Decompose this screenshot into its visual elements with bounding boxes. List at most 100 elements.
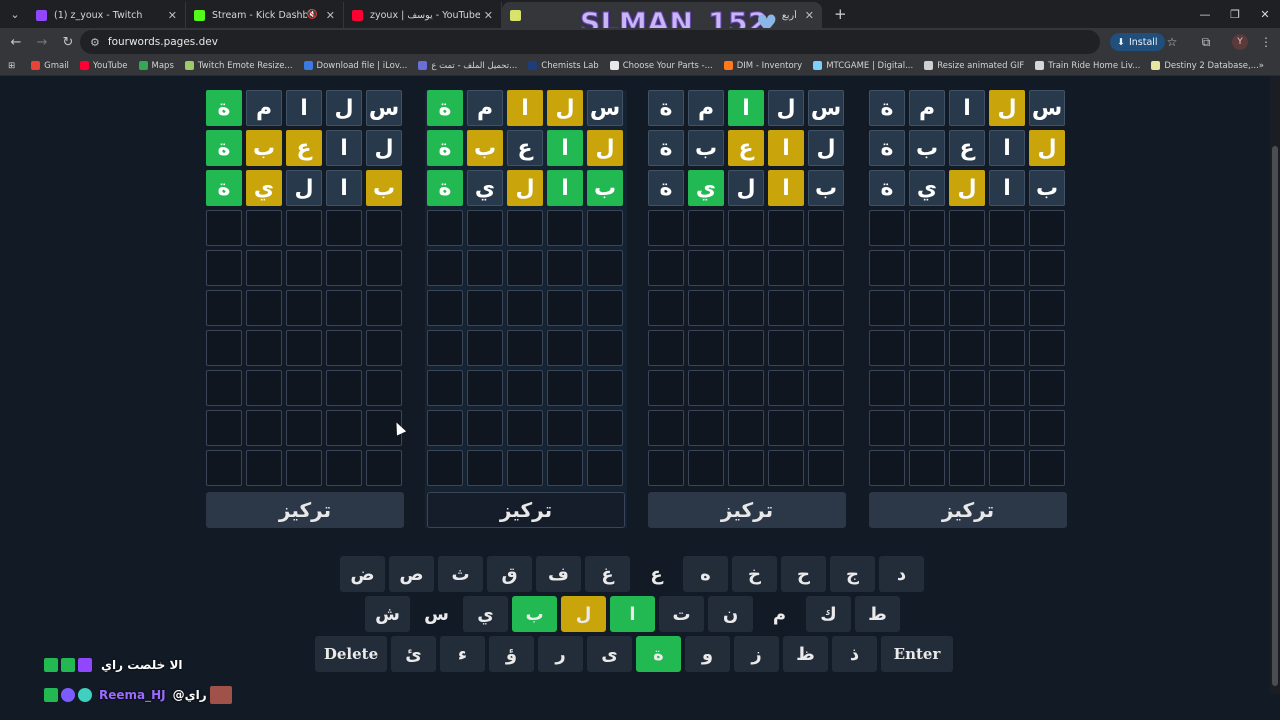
back-icon[interactable]: ← <box>4 30 28 54</box>
letter-tile <box>909 410 945 446</box>
tab-kick[interactable]: Stream - Kick Dashboard 🔇 ✕ <box>186 2 344 28</box>
forward-icon[interactable]: → <box>30 30 54 54</box>
keyboard-key[interactable]: غ <box>585 556 630 592</box>
emote-icon <box>209 686 232 704</box>
keyboard-key[interactable]: ل <box>561 596 606 632</box>
focus-button[interactable]: تركيز <box>206 492 404 528</box>
scrollbar[interactable] <box>1270 76 1280 694</box>
close-icon[interactable]: ✕ <box>168 9 177 22</box>
letter-tile <box>768 370 804 406</box>
letter-tile <box>728 250 764 286</box>
bookmark-item[interactable]: Destiny 2 Database,... <box>1151 61 1259 71</box>
bookmark-item[interactable]: Download file | iLov... <box>303 61 407 71</box>
close-icon[interactable]: ✕ <box>484 9 493 22</box>
address-bar[interactable]: ⚙ fourwords.pages.dev <box>80 30 1100 54</box>
keyboard-key[interactable]: ي <box>463 596 508 632</box>
keyboard-key[interactable]: ز <box>734 636 779 672</box>
tab-twitch[interactable]: (1) z_youx - Twitch ✕ <box>28 2 186 28</box>
focus-button[interactable]: تركيز <box>869 492 1067 528</box>
letter-tile <box>808 410 844 446</box>
letter-tile <box>869 450 905 486</box>
bookmark-item[interactable]: DIM - Inventory <box>723 61 802 71</box>
keyboard-key[interactable]: ع <box>634 556 679 592</box>
keyboard-key[interactable]: ر <box>538 636 583 672</box>
letter-tile <box>808 450 844 486</box>
keyboard-key[interactable]: ق <box>487 556 532 592</box>
bookmark-item[interactable]: Chemists Lab <box>528 61 599 71</box>
keyboard-key[interactable]: ه <box>683 556 728 592</box>
apps-icon[interactable]: ⊞ <box>8 61 15 71</box>
keyboard-key[interactable]: م <box>757 596 802 632</box>
keyboard-key[interactable]: ف <box>536 556 581 592</box>
focus-button[interactable]: تركيز <box>648 492 846 528</box>
keyboard-key[interactable]: ذ <box>832 636 877 672</box>
mute-icon[interactable]: 🔇 <box>307 10 318 20</box>
letter-tile: ة <box>869 170 905 206</box>
bookmark-item[interactable]: YouTube <box>79 61 128 71</box>
letter-tile <box>688 370 724 406</box>
letter-tile <box>467 290 503 326</box>
bookmark-item[interactable]: Resize animated GIF <box>924 61 1024 71</box>
keyboard-key[interactable]: خ <box>732 556 777 592</box>
bookmark-star-icon[interactable]: ☆ <box>1162 32 1182 52</box>
profile-avatar[interactable]: Y <box>1232 34 1248 50</box>
letter-tile <box>286 290 322 326</box>
tab-youtube[interactable]: zyoux | يوسف - YouTube ✕ <box>344 2 502 28</box>
bookmark-item[interactable]: Gmail <box>31 61 69 71</box>
letter-tile <box>989 250 1025 286</box>
menu-icon[interactable]: ⋮ <box>1256 32 1276 52</box>
word-board: ة م ا ل س ة ب ع ا ل ة ي ل ا ب تركيز <box>867 90 1069 528</box>
badge-icon <box>78 658 92 672</box>
keyboard-key[interactable]: ج <box>830 556 875 592</box>
bookmark-item[interactable]: Maps <box>138 61 174 71</box>
focus-button[interactable]: تركيز <box>427 492 625 528</box>
bookmark-item[interactable]: Train Ride Home Liv... <box>1035 61 1140 71</box>
bookmark-item[interactable]: MTCGAME | Digital... <box>813 61 913 71</box>
bookmark-label: Choose Your Parts -... <box>622 60 713 71</box>
delete-key[interactable]: Delete <box>315 636 387 672</box>
keyboard-key[interactable]: ح <box>781 556 826 592</box>
keyboard-key[interactable]: ض <box>340 556 385 592</box>
scrollbar-thumb[interactable] <box>1272 146 1278 686</box>
keyboard-key[interactable]: و <box>685 636 730 672</box>
keyboard-key[interactable]: ؤ <box>489 636 534 672</box>
site-info-icon[interactable]: ⚙ <box>90 36 100 49</box>
keyboard-key[interactable]: س <box>414 596 459 632</box>
keyboard-key[interactable]: ا <box>610 596 655 632</box>
letter-tile: ة <box>648 130 684 166</box>
enter-key[interactable]: Enter <box>881 636 953 672</box>
keyboard-key[interactable]: ص <box>389 556 434 592</box>
minimize-icon[interactable]: — <box>1190 0 1220 28</box>
bookmark-item[interactable]: تحميل الملف - تمت ع... <box>418 61 517 71</box>
close-icon[interactable]: ✕ <box>805 9 814 22</box>
more-bookmarks-icon[interactable]: » <box>1259 61 1264 71</box>
letter-tile <box>989 290 1025 326</box>
reload-icon[interactable]: ↻ <box>56 30 80 54</box>
new-tab-icon[interactable]: + <box>834 5 847 23</box>
keyboard-key[interactable]: ب <box>512 596 557 632</box>
letter-tile <box>587 370 623 406</box>
keyboard-key[interactable]: ك <box>806 596 851 632</box>
bookmark-item[interactable]: Twitch Emote Resize... <box>184 61 293 71</box>
restore-icon[interactable]: ❐ <box>1220 0 1250 28</box>
keyboard-key[interactable]: ة <box>636 636 681 672</box>
bookmark-item[interactable]: Choose Your Parts -... <box>609 60 713 71</box>
tab-search-button[interactable]: ⌄ <box>2 3 28 25</box>
keyboard-key[interactable]: ن <box>708 596 753 632</box>
keyboard-key[interactable]: ء <box>440 636 485 672</box>
keyboard-key[interactable]: ط <box>855 596 900 632</box>
close-icon[interactable]: ✕ <box>326 9 335 22</box>
install-button[interactable]: ⬇ Install <box>1110 33 1165 51</box>
install-icon: ⬇ <box>1117 36 1125 48</box>
letter-tile <box>286 450 322 486</box>
keyboard-key[interactable]: ش <box>365 596 410 632</box>
letter-tile: ل <box>728 170 764 206</box>
keyboard-key[interactable]: ث <box>438 556 483 592</box>
keyboard-key[interactable]: د <box>879 556 924 592</box>
extensions-icon[interactable]: ⧉ <box>1196 32 1216 52</box>
keyboard-key[interactable]: ى <box>587 636 632 672</box>
keyboard-key[interactable]: ظ <box>783 636 828 672</box>
window-close-icon[interactable]: ✕ <box>1250 0 1280 28</box>
keyboard-key[interactable]: ئ <box>391 636 436 672</box>
keyboard-key[interactable]: ت <box>659 596 704 632</box>
